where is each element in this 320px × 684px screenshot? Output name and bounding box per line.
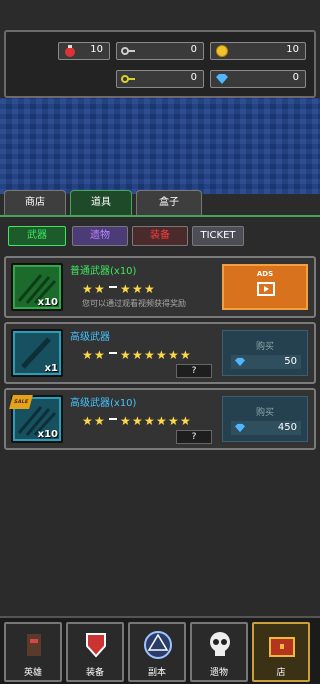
item-card-normal-weapon-x10: x10 普通武器(x10) ★★ ★★★ 您可以通过观看视频获得奖励 ADS	[4, 256, 316, 318]
gold-key-counter: 0	[116, 70, 204, 88]
star-icon: ★	[94, 348, 105, 362]
item-quantity: x10	[37, 429, 58, 440]
gold-key-icon	[121, 75, 135, 83]
nav-equipment[interactable]: 装备	[66, 622, 124, 682]
item-description: 您可以通过观看视频获得奖励	[82, 299, 186, 308]
silver-key-icon	[121, 47, 135, 55]
item-name: 高级武器	[70, 332, 110, 343]
star-icon: ★	[132, 414, 143, 428]
treasure-chest-icon	[269, 637, 295, 657]
nav-label: 装备	[85, 668, 104, 678]
star-icon: ★	[94, 414, 105, 428]
shop-screen: 10 0 10 0 0 商店 道具 盒子 武器 遗物 装备 TICKET x10	[0, 0, 320, 684]
ads-label: ADS	[256, 270, 274, 278]
star-icon: ★	[120, 414, 131, 428]
silver-key-count: 0	[190, 44, 197, 55]
price-value: 450	[277, 422, 297, 433]
buy-label: 购买	[255, 408, 274, 418]
gold-coin-count: 10	[286, 44, 299, 55]
item-name: 普通武器(x10)	[70, 266, 137, 277]
nav-label: 店	[276, 668, 286, 678]
buy-button[interactable]: 购买 450	[222, 396, 308, 442]
sword-bundle-icon: SALE x10	[9, 395, 63, 443]
info-button[interactable]: ?	[176, 364, 212, 378]
buy-label: 购买	[255, 342, 274, 352]
star-range: ★★ ★★★★★★	[82, 344, 192, 362]
star-icon: ★	[120, 282, 131, 296]
item-card-advanced-weapon-x10: SALE x10 高级武器(x10) ★★ ★★★★★★ ? 购买 450	[4, 388, 316, 450]
star-icon: ★	[94, 282, 105, 296]
star-icon: ★	[156, 348, 167, 362]
star-icon: ★	[82, 282, 93, 296]
star-icon: ★	[82, 348, 93, 362]
star-icon: ★	[144, 348, 155, 362]
star-icon: ★	[168, 414, 179, 428]
nav-label: 副本	[147, 668, 166, 678]
gem-icon	[235, 357, 245, 367]
potion-count: 10	[90, 44, 103, 55]
star-icon: ★	[180, 348, 191, 362]
bottom-nav: 英雄 装备 副本 遗物 店	[0, 616, 320, 684]
gem-counter: 0	[210, 70, 306, 88]
filter-weapon[interactable]: 武器	[8, 226, 66, 246]
star-icon: ★	[132, 348, 143, 362]
gold-key-count: 0	[190, 72, 197, 83]
nav-label: 遗物	[209, 668, 228, 678]
gold-coin-counter: 10	[210, 42, 306, 60]
nav-shop[interactable]: 店	[252, 622, 310, 682]
hero-icon	[27, 634, 41, 656]
nav-label: 英雄	[23, 668, 42, 678]
potion-icon	[65, 45, 75, 57]
item-quantity: x10	[37, 297, 58, 308]
tab-underline	[0, 215, 320, 217]
skull-icon	[210, 632, 230, 656]
price-value: 50	[284, 356, 297, 367]
star-icon: ★	[180, 414, 191, 428]
item-card-advanced-weapon: x1 高级武器 ★★ ★★★★★★ ? 购买 50	[4, 322, 316, 384]
star-icon: ★	[156, 414, 167, 428]
gem-icon	[216, 74, 228, 84]
filter-equipment[interactable]: 装备	[132, 226, 188, 246]
item-quantity: x1	[44, 363, 58, 374]
video-icon	[257, 282, 275, 296]
silver-key-counter: 0	[116, 42, 204, 60]
gem-icon	[235, 423, 245, 433]
watch-ad-button[interactable]: ADS	[222, 264, 308, 310]
star-icon: ★	[120, 348, 131, 362]
sword-icon: x1	[11, 329, 63, 377]
star-icon: ★	[82, 414, 93, 428]
nav-relic[interactable]: 遗物	[190, 622, 248, 682]
tab-box[interactable]: 盒子	[136, 190, 202, 216]
buy-button[interactable]: 购买 50	[222, 330, 308, 376]
sale-badge: SALE	[9, 395, 33, 409]
nav-dungeon[interactable]: 副本	[128, 622, 186, 682]
info-button[interactable]: ?	[176, 430, 212, 444]
star-icon: ★	[132, 282, 143, 296]
resource-panel: 10 0 10 0 0	[4, 30, 316, 98]
star-icon: ★	[144, 282, 155, 296]
dungeon-background	[0, 98, 320, 194]
gold-coin-icon	[216, 45, 228, 57]
price-tag: 50	[231, 355, 301, 369]
filter-relic[interactable]: 遗物	[72, 226, 128, 246]
price-tag: 450	[231, 421, 301, 435]
star-icon: ★	[144, 414, 155, 428]
filter-ticket[interactable]: TICKET	[192, 226, 244, 246]
star-range: ★★ ★★★★★★	[82, 410, 192, 428]
item-name: 高级武器(x10)	[70, 398, 137, 409]
potion-counter: 10	[58, 42, 110, 60]
star-icon: ★	[168, 348, 179, 362]
star-range: ★★ ★★★	[82, 278, 156, 296]
armor-icon	[86, 633, 106, 658]
tab-shop[interactable]: 商店	[4, 190, 66, 216]
portal-icon	[144, 631, 172, 659]
weapon-bundle-icon: x10	[11, 263, 63, 311]
gem-count: 0	[292, 72, 299, 83]
nav-hero[interactable]: 英雄	[4, 622, 62, 682]
tab-items[interactable]: 道具	[70, 190, 132, 216]
